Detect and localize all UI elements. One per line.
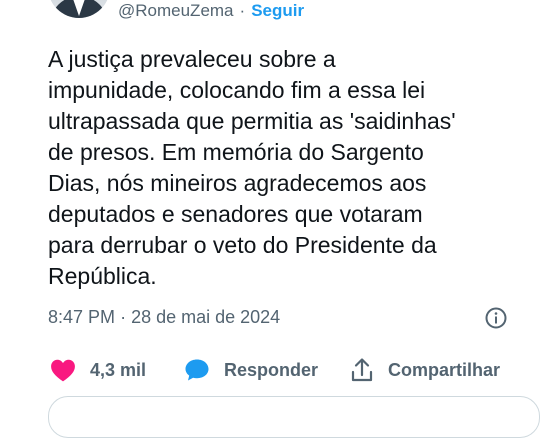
avatar[interactable]: [48, 0, 110, 18]
reply-bubble-icon: [184, 358, 210, 382]
share-label: Compartilhar: [388, 359, 501, 380]
like-button[interactable]: 4,3 mil: [50, 352, 146, 388]
share-icon: [350, 357, 374, 383]
follow-button[interactable]: Seguir: [251, 1, 304, 20]
tweet-actions: 4,3 mil Responder Compartilhar: [0, 352, 560, 388]
heart-icon: [50, 358, 76, 382]
info-icon[interactable]: [484, 306, 508, 330]
tweet-meta: 8:47 PM · 28 de mai de 2024: [48, 304, 280, 330]
author-line: @RomeuZema · Seguir: [118, 0, 304, 22]
separator-dot: ·: [239, 1, 246, 20]
like-count: 4,3 mil: [90, 359, 147, 380]
tweet-text: A justiça prevaleceu sobre a impunidade,…: [48, 46, 456, 289]
author-handle[interactable]: @RomeuZema: [118, 1, 234, 20]
reply-label: Responder: [224, 359, 319, 380]
reply-input-box[interactable]: [48, 396, 540, 438]
tweet-time[interactable]: 8:47 PM: [48, 307, 115, 327]
tweet-date[interactable]: 28 de mai de 2024: [131, 307, 280, 327]
reply-button[interactable]: Responder: [184, 352, 318, 388]
share-button[interactable]: Compartilhar: [350, 352, 500, 388]
meta-separator: ·: [120, 307, 127, 327]
